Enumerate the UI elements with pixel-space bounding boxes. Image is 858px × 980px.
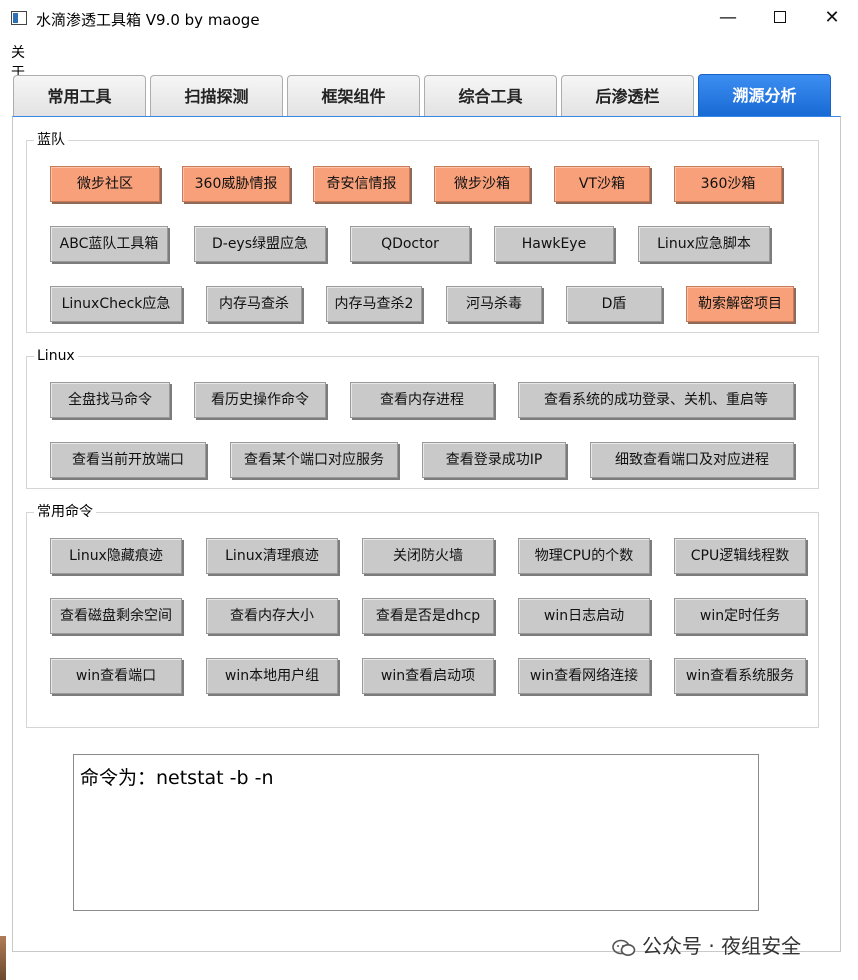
button-memshell-kill-2[interactable]: 内存马查杀2 <box>326 286 422 322</box>
tab-comprehensive[interactable]: 综合工具 <box>424 75 557 117</box>
button-memshell-kill[interactable]: 内存马查杀 <box>206 286 302 322</box>
button-open-ports[interactable]: 查看当前开放端口 <box>50 442 206 478</box>
button-port-service[interactable]: 查看某个端口对应服务 <box>230 442 398 478</box>
button-hema-antivirus[interactable]: 河马杀毒 <box>446 286 542 322</box>
button-win-local-groups[interactable]: win本地用户组 <box>206 658 338 694</box>
button-physical-cpu-count[interactable]: 物理CPU的个数 <box>518 538 650 574</box>
app-icon <box>11 11 27 25</box>
maximize-button[interactable] <box>754 0 806 36</box>
button-win-log-start[interactable]: win日志启动 <box>518 598 650 634</box>
button-threatbook-community[interactable]: 微步社区 <box>50 166 160 202</box>
button-history-cmd[interactable]: 看历史操作命令 <box>194 382 326 418</box>
minimize-button[interactable]: — <box>702 0 754 36</box>
button-linux-hide-traces[interactable]: Linux隐藏痕迹 <box>50 538 182 574</box>
tab-scan[interactable]: 扫描探测 <box>150 75 283 117</box>
title-bar: 水滴渗透工具箱 V9.0 by maoge — ✕ <box>0 0 858 36</box>
button-360-threat-intel[interactable]: 360威胁情报 <box>182 166 290 202</box>
button-win-scheduled-tasks[interactable]: win定时任务 <box>674 598 806 634</box>
group-title-blue-team: 蓝队 <box>34 132 68 148</box>
group-title-common-commands: 常用命令 <box>34 504 96 520</box>
close-button[interactable]: ✕ <box>806 0 858 36</box>
button-port-process-detail[interactable]: 细致查看端口及对应进程 <box>590 442 794 478</box>
tab-trace-analysis[interactable]: 溯源分析 <box>698 74 831 117</box>
button-win-startup-items[interactable]: win查看启动项 <box>362 658 494 694</box>
wechat-icon <box>612 939 636 956</box>
button-vt-sandbox[interactable]: VT沙箱 <box>554 166 650 202</box>
background-edge <box>0 936 6 980</box>
window-title: 水滴渗透工具箱 V9.0 by maoge <box>36 11 260 29</box>
button-deys-emergency[interactable]: D-eys绿盟应急 <box>194 226 326 262</box>
tab-framework[interactable]: 框架组件 <box>287 75 420 117</box>
button-linuxcheck[interactable]: LinuxCheck应急 <box>50 286 182 322</box>
button-ransomware-decrypt[interactable]: 勒索解密项目 <box>686 286 794 322</box>
button-qianxin-intel[interactable]: 奇安信情报 <box>313 166 410 202</box>
button-find-webshell-cmd[interactable]: 全盘找马命令 <box>50 382 170 418</box>
button-login-success-ip[interactable]: 查看登录成功IP <box>422 442 566 478</box>
button-disk-free-space[interactable]: 查看磁盘剩余空间 <box>50 598 182 634</box>
command-output-textarea[interactable]: 命令为：netstat -b -n <box>73 754 759 911</box>
button-cpu-logical-threads[interactable]: CPU逻辑线程数 <box>674 538 806 574</box>
button-check-dhcp[interactable]: 查看是否是dhcp <box>362 598 494 634</box>
button-disable-firewall[interactable]: 关闭防火墙 <box>362 538 494 574</box>
watermark: 公众号 · 夜组安全 <box>612 930 801 960</box>
button-hawkeye[interactable]: HawkEye <box>494 226 614 262</box>
button-360-sandbox[interactable]: 360沙箱 <box>674 166 782 202</box>
button-win-network-connections[interactable]: win查看网络连接 <box>518 658 650 694</box>
group-title-linux: Linux <box>34 348 78 364</box>
button-threatbook-sandbox[interactable]: 微步沙箱 <box>434 166 530 202</box>
button-login-shutdown-reboot[interactable]: 查看系统的成功登录、关机、重启等 <box>518 382 794 418</box>
tab-common-tools[interactable]: 常用工具 <box>13 75 146 117</box>
button-memory-size[interactable]: 查看内存大小 <box>206 598 338 634</box>
button-abc-blue-toolbox[interactable]: ABC蓝队工具箱 <box>50 226 168 262</box>
tab-post-exploit[interactable]: 后渗透栏 <box>561 75 694 117</box>
maximize-icon <box>774 10 786 23</box>
button-win-view-ports[interactable]: win查看端口 <box>50 658 182 694</box>
button-qdoctor[interactable]: QDoctor <box>350 226 470 262</box>
button-win-system-services[interactable]: win查看系统服务 <box>674 658 806 694</box>
button-linux-clean-traces[interactable]: Linux清理痕迹 <box>206 538 338 574</box>
button-memory-process[interactable]: 查看内存进程 <box>350 382 494 418</box>
button-linux-emergency-script[interactable]: Linux应急脚本 <box>638 226 770 262</box>
button-d-shield[interactable]: D盾 <box>566 286 662 322</box>
command-output-text: 命令为：netstat -b -n <box>80 767 274 789</box>
watermark-text: 公众号 · 夜组安全 <box>642 934 802 958</box>
